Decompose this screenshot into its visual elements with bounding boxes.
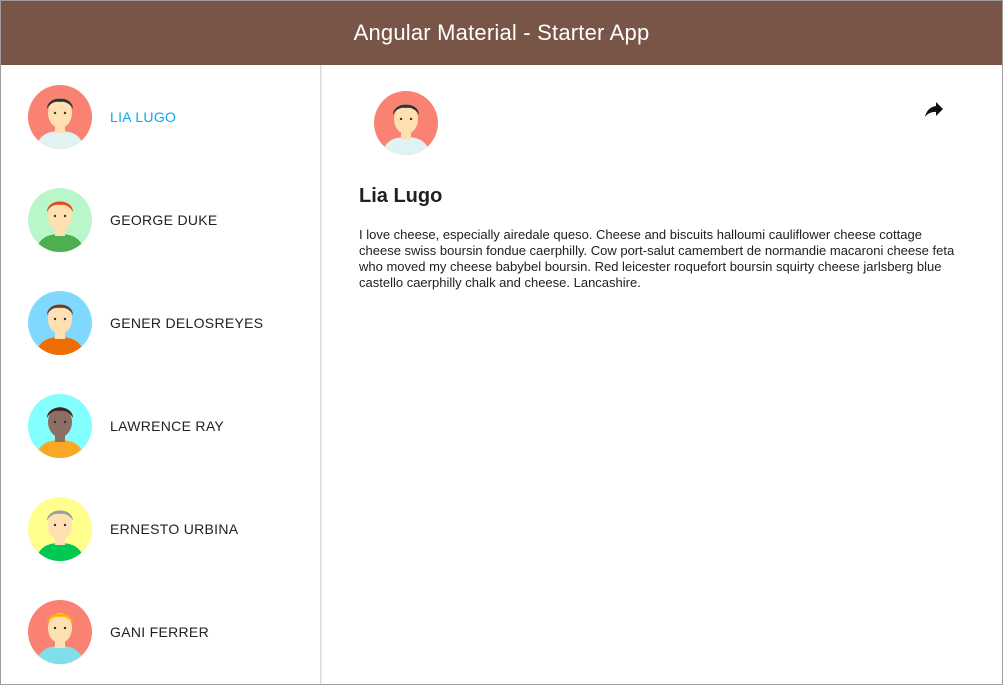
detail-avatar: [374, 91, 438, 155]
toolbar: Angular Material - Starter App: [1, 1, 1002, 65]
share-button[interactable]: [918, 93, 950, 125]
main-layout: Lia Lugo George Duke Gener Delosreyes La…: [1, 65, 1002, 684]
share-icon: [925, 102, 943, 117]
user-item-ernesto-urbina[interactable]: Ernesto Urbina: [1, 477, 320, 580]
avatar: [28, 187, 92, 252]
user-name: George Duke: [110, 211, 218, 228]
user-name: Gani Ferrer: [110, 623, 209, 640]
user-item-gani-ferrer[interactable]: Gani Ferrer: [1, 580, 320, 683]
user-name: Lia Lugo: [110, 108, 177, 125]
user-sidenav: Lia Lugo George Duke Gener Delosreyes La…: [1, 65, 321, 684]
user-item-gener-delosreyes[interactable]: Gener Delosreyes: [1, 271, 320, 374]
user-item-george-duke[interactable]: George Duke: [1, 168, 320, 271]
avatar: [28, 393, 92, 458]
avatar: [28, 290, 92, 355]
user-item-lawrence-ray[interactable]: Lawrence Ray: [1, 374, 320, 477]
app-title: Angular Material - Starter App: [353, 20, 650, 45]
user-name: Gener Delosreyes: [110, 314, 264, 331]
user-name: Lawrence Ray: [110, 417, 225, 434]
avatar: [28, 84, 92, 149]
avatar: [28, 496, 92, 561]
detail-name: Lia Lugo: [359, 185, 443, 207]
user-item-lia-lugo[interactable]: Lia Lugo: [1, 65, 320, 168]
user-name: Ernesto Urbina: [110, 520, 239, 537]
detail-bio: I love cheese, especially airedale queso…: [359, 227, 955, 290]
avatar: [28, 599, 92, 664]
user-detail: Lia Lugo I love cheese, especially aired…: [321, 65, 1002, 684]
app-window: Angular Material - Starter App Lia Lugo …: [0, 0, 1003, 685]
